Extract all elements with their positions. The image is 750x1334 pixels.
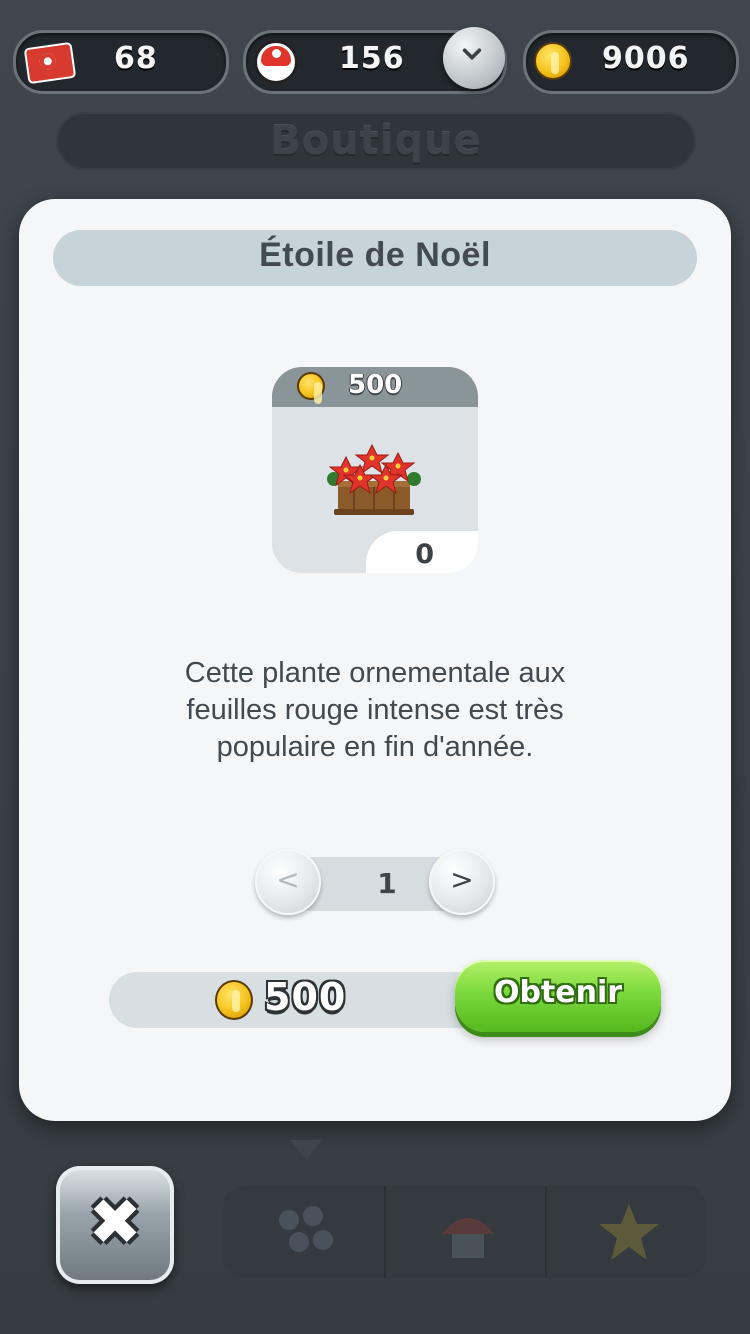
- description-line: feuilles rouge intense est très: [186, 694, 564, 726]
- chevron-left-icon: <: [276, 863, 300, 896]
- coin-icon: [534, 42, 572, 80]
- close-button[interactable]: ✖: [56, 1166, 174, 1284]
- tickets-counter: 68: [13, 30, 229, 94]
- description-line: Cette plante ornementale aux: [184, 657, 566, 689]
- tab-pointer: [290, 1140, 322, 1160]
- item-price: 500: [348, 370, 403, 400]
- close-icon: ✖: [88, 1186, 142, 1260]
- chevron-down-icon: [462, 48, 482, 60]
- toad-icon: [254, 40, 298, 84]
- item-description: Cette plante ornementale aux feuilles ro…: [59, 655, 691, 766]
- item-title: Étoile de Noël: [259, 236, 491, 274]
- tickets-value: 68: [114, 41, 158, 76]
- shop-title-bar: Boutique: [56, 112, 696, 170]
- owned-count: 0: [415, 539, 434, 570]
- coin-icon: [297, 372, 325, 404]
- shop-title: Boutique: [270, 118, 482, 164]
- star-icon: [599, 1204, 659, 1260]
- item-price-bar: 500: [272, 367, 478, 407]
- item-purchase-dialog: Étoile de Noël 500 0 Cette plante orneme…: [19, 199, 731, 1121]
- toads-value: 156: [339, 41, 405, 76]
- increase-quantity-button[interactable]: >: [429, 849, 495, 915]
- description-line: populaire en fin d'année.: [216, 731, 534, 763]
- decrease-quantity-button[interactable]: <: [255, 849, 321, 915]
- dialog-header: Étoile de Noël: [53, 230, 697, 286]
- tab-special[interactable]: [545, 1186, 708, 1278]
- item-card: 500 0: [272, 367, 478, 573]
- toad-house-icon: [442, 1218, 494, 1258]
- tab-buildings[interactable]: [384, 1186, 547, 1278]
- total-price: 500: [264, 975, 347, 1019]
- ticket-icon: [23, 41, 77, 85]
- flowers-icon: [279, 1206, 333, 1252]
- poinsettia-planter-icon: [327, 443, 421, 515]
- coins-value: 9006: [602, 41, 690, 76]
- coin-icon: [215, 980, 253, 1020]
- shop-category-tabs: [223, 1186, 707, 1278]
- coins-counter: 9006: [523, 30, 739, 94]
- tab-decorations[interactable]: [223, 1186, 384, 1278]
- obtain-button[interactable]: Obtenir: [455, 960, 661, 1032]
- owned-count-badge: 0: [366, 531, 478, 573]
- chevron-right-icon: >: [450, 863, 474, 896]
- obtain-button-label: Obtenir: [493, 975, 623, 1010]
- expand-counters-button[interactable]: [443, 27, 505, 89]
